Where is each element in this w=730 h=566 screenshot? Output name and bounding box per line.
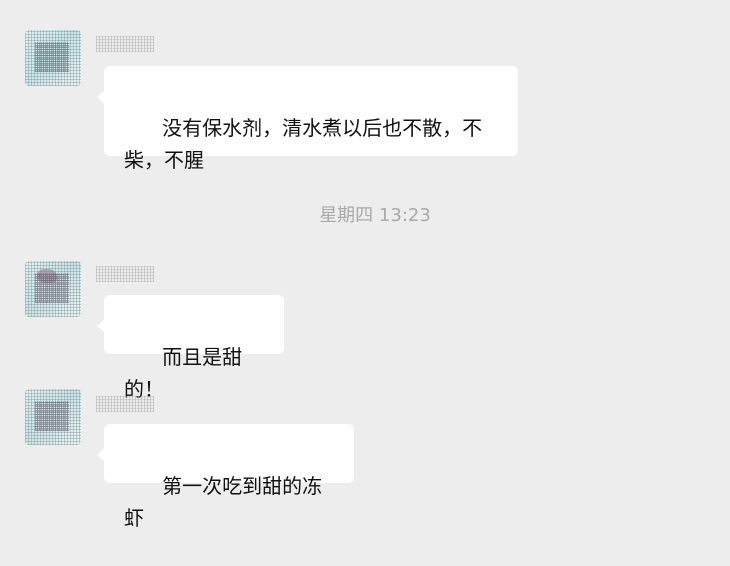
chat-timestamp: 星期四 13:23 xyxy=(319,205,431,226)
message-text: 第一次吃到甜的冻虾 xyxy=(124,474,323,530)
avatar-pattern xyxy=(35,273,69,303)
message-text: 而且是甜的！ xyxy=(124,345,243,401)
sender-name xyxy=(96,36,154,52)
avatar-image xyxy=(35,42,69,72)
message-bubble[interactable]: 而且是甜的！ xyxy=(97,295,284,401)
sender-avatar[interactable] xyxy=(25,261,81,317)
message-text: 没有保水剂，清水煮以后也不散，不柴，不腥 xyxy=(124,116,483,172)
avatar-image xyxy=(35,401,69,431)
message-bubble[interactable]: 第一次吃到甜的冻虾 xyxy=(97,424,354,530)
sender-name xyxy=(96,396,154,412)
sender-avatar[interactable] xyxy=(25,30,81,86)
sender-avatar[interactable] xyxy=(25,389,81,445)
chat-history: 没有保水剂，清水煮以后也不散，不柴，不腥 星期四 13:23 而且是甜的！ 第一… xyxy=(0,0,730,530)
sender-name xyxy=(96,266,154,282)
message-bubble[interactable]: 没有保水剂，清水煮以后也不散，不柴，不腥 xyxy=(97,66,518,172)
